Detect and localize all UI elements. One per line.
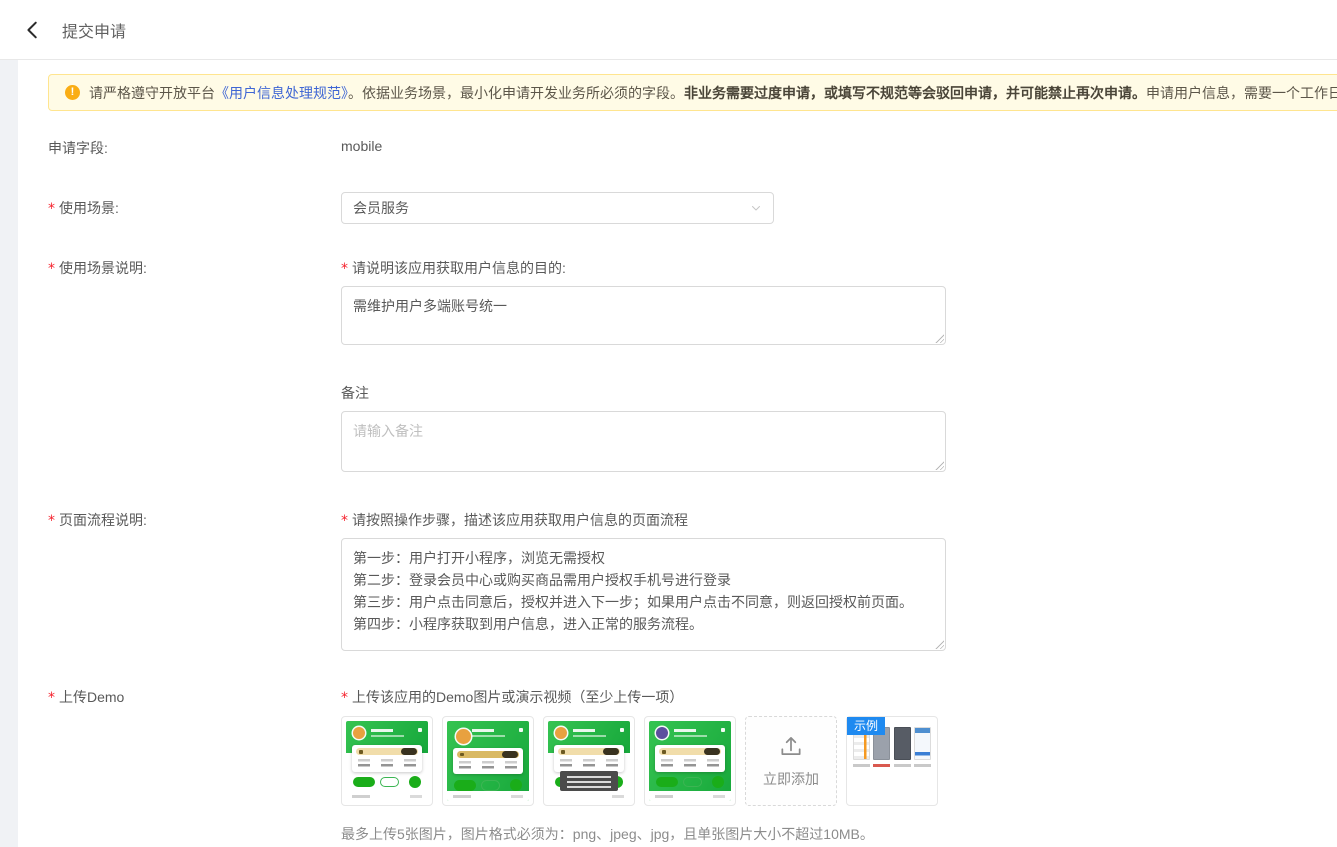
- flow-sub-label: *请按照操作步骤，描述该应用获取用户信息的页面流程: [341, 510, 946, 530]
- upload-thumbnails: 立即添加 示例: [341, 716, 938, 806]
- demo-thumbnail-1[interactable]: [341, 716, 433, 806]
- row-use-scene: *使用场景: 会员服务: [48, 192, 1337, 224]
- back-button[interactable]: [16, 13, 50, 47]
- upload-demo-content: *上传该应用的Demo图片或演示视频（至少上传一项）: [341, 687, 938, 844]
- use-scene-label: *使用场景:: [48, 198, 341, 218]
- demo-image: [548, 721, 630, 801]
- demo-image: [649, 721, 731, 801]
- required-asterisk: *: [48, 201, 55, 217]
- warning-text-mid: 。依据业务场景，最小化申请开发业务所必须的字段。: [348, 85, 684, 101]
- add-upload-label: 立即添加: [763, 769, 819, 789]
- warning-text-tail: 申请用户信息，需要一个工作日左右的审核时间，请耐: [1146, 85, 1337, 101]
- warning-text-lead: 请严格遵守开放平台: [89, 85, 215, 101]
- purpose-sub-label: *请说明该应用获取用户信息的目的:: [341, 258, 946, 278]
- warning-text: 请严格遵守开放平台《用户信息处理规范》。依据业务场景，最小化申请开发业务所必须的…: [89, 83, 1337, 103]
- example-thumbnail[interactable]: 示例: [846, 716, 938, 806]
- page-flow-label: *页面流程说明:: [48, 510, 341, 651]
- demo-thumbnail-4[interactable]: [644, 716, 736, 806]
- warning-circle-icon: [65, 85, 80, 100]
- demo-image: [447, 721, 529, 801]
- upload-sub-label-text: 上传该应用的Demo图片或演示视频（至少上传一项）: [352, 689, 683, 705]
- upload-demo-label-text: 上传Demo: [59, 689, 124, 705]
- upload-hint: 最多上传5张图片，图片格式必须为：png、jpeg、jpg，且单张图片大小不超过…: [341, 824, 938, 844]
- scene-description-content: *请说明该应用获取用户信息的目的: 需维护用户多端账号统一 备注: [341, 258, 946, 472]
- flow-textarea-wrap: 第一步：用户打开小程序，浏览无需授权 第二步：登录会员中心或购买商品需用户授权手…: [341, 538, 946, 651]
- example-badge: 示例: [847, 717, 885, 735]
- page-flow-content: *请按照操作步骤，描述该应用获取用户信息的页面流程 第一步：用户打开小程序，浏览…: [341, 510, 946, 651]
- required-asterisk: *: [341, 513, 348, 529]
- user-info-spec-link[interactable]: 《用户信息处理规范》: [215, 85, 348, 101]
- chevron-down-icon: [750, 202, 762, 214]
- required-asterisk: *: [341, 690, 348, 706]
- flow-sub-label-text: 请按照操作步骤，描述该应用获取用户信息的页面流程: [352, 512, 688, 528]
- purpose-sub-label-text: 请说明该应用获取用户信息的目的:: [352, 260, 566, 276]
- row-scene-description: *使用场景说明: *请说明该应用获取用户信息的目的: 需维护用户多端账号统一 备…: [48, 258, 1337, 472]
- required-asterisk: *: [48, 261, 55, 277]
- demo-thumbnail-2[interactable]: [442, 716, 534, 806]
- apply-field-value: mobile: [341, 138, 382, 158]
- row-page-flow: *页面流程说明: *请按照操作步骤，描述该应用获取用户信息的页面流程 第一步：用…: [48, 510, 1337, 651]
- remark-label: 备注: [341, 383, 946, 403]
- page-flow-label-text: 页面流程说明:: [59, 512, 147, 528]
- use-scene-label-text: 使用场景:: [59, 200, 119, 216]
- scene-description-label-text: 使用场景说明:: [59, 260, 147, 276]
- required-asterisk: *: [341, 261, 348, 277]
- use-scene-select-value: 会员服务: [353, 198, 409, 218]
- scene-description-label: *使用场景说明:: [48, 258, 341, 472]
- upload-demo-label: *上传Demo: [48, 687, 341, 844]
- flow-textarea[interactable]: 第一步：用户打开小程序，浏览无需授权 第二步：登录会员中心或购买商品需用户授权手…: [341, 538, 946, 651]
- demo-image: [346, 721, 428, 801]
- apply-field-label: 申请字段:: [48, 138, 341, 158]
- content-panel: 请严格遵守开放平台《用户信息处理规范》。依据业务场景，最小化申请开发业务所必须的…: [18, 60, 1337, 847]
- page-header: 提交申请: [0, 0, 1337, 60]
- remark-textarea[interactable]: [341, 411, 946, 472]
- required-asterisk: *: [48, 513, 55, 529]
- add-upload-button[interactable]: 立即添加: [745, 716, 837, 806]
- upload-sub-label: *上传该应用的Demo图片或演示视频（至少上传一项）: [341, 687, 938, 707]
- page-title: 提交申请: [62, 18, 126, 42]
- row-upload-demo: *上传Demo *上传该应用的Demo图片或演示视频（至少上传一项）: [48, 687, 1337, 844]
- purpose-textarea-wrap: 需维护用户多端账号统一: [341, 286, 946, 345]
- required-asterisk: *: [48, 690, 55, 706]
- warning-text-bold: 非业务需要过度申请，或填写不规范等会驳回申请，并可能禁止再次申请。: [684, 85, 1146, 101]
- remark-textarea-wrap: [341, 411, 946, 472]
- demo-thumbnail-3[interactable]: [543, 716, 635, 806]
- upload-icon: [778, 733, 804, 762]
- row-apply-field: 申请字段: mobile: [48, 138, 1337, 158]
- chevron-left-icon: [22, 19, 44, 41]
- purpose-textarea[interactable]: 需维护用户多端账号统一: [341, 286, 946, 345]
- use-scene-select[interactable]: 会员服务: [341, 192, 774, 224]
- warning-banner: 请严格遵守开放平台《用户信息处理规范》。依据业务场景，最小化申请开发业务所必须的…: [48, 74, 1337, 111]
